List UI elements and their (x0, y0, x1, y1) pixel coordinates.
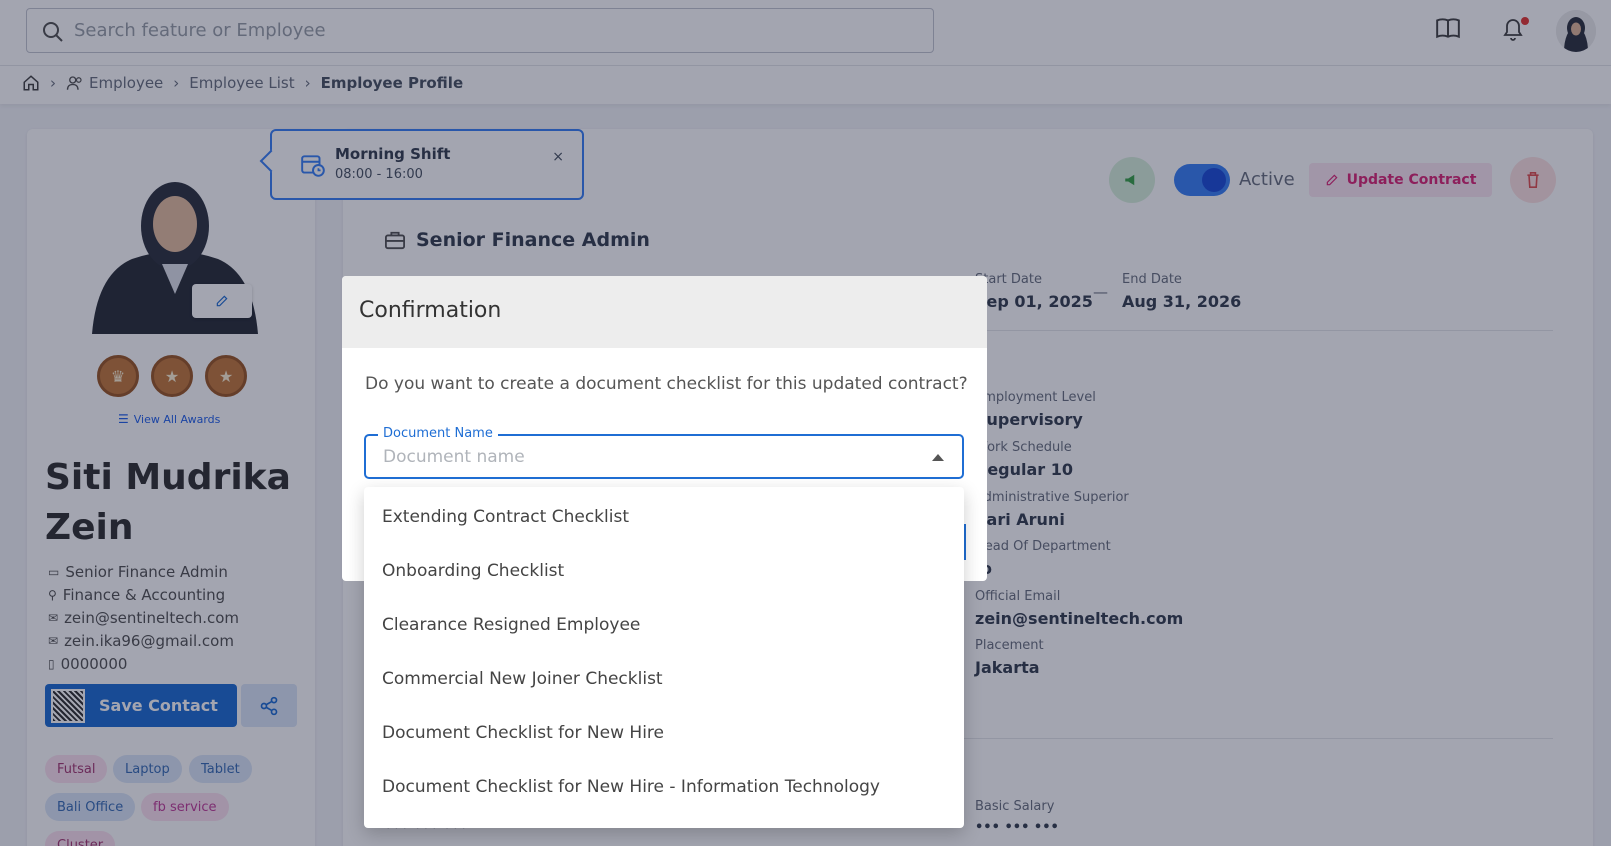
document-options-list: Extending Contract Checklist Onboarding … (364, 487, 964, 828)
caret-up-icon[interactable] (932, 454, 944, 461)
document-name-select[interactable]: Document Name Document name (364, 426, 964, 479)
dialog-title: Confirmation (342, 276, 987, 348)
document-name-label: Document Name (378, 426, 498, 441)
dropdown-option[interactable]: Extending Contract Checklist (364, 490, 964, 544)
dropdown-option[interactable]: Document Checklist for New Hire - Inform… (364, 760, 964, 814)
dropdown-option[interactable]: Document Checklist for New Hire (364, 706, 964, 760)
dialog-message: Do you want to create a document checkli… (365, 374, 968, 394)
document-name-input[interactable]: Document name (383, 447, 525, 467)
dropdown-option[interactable]: Clearance Resigned Employee (364, 598, 964, 652)
dropdown-option[interactable]: Onboarding Checklist (364, 544, 964, 598)
dropdown-option[interactable]: Commercial New Joiner Checklist (364, 652, 964, 706)
